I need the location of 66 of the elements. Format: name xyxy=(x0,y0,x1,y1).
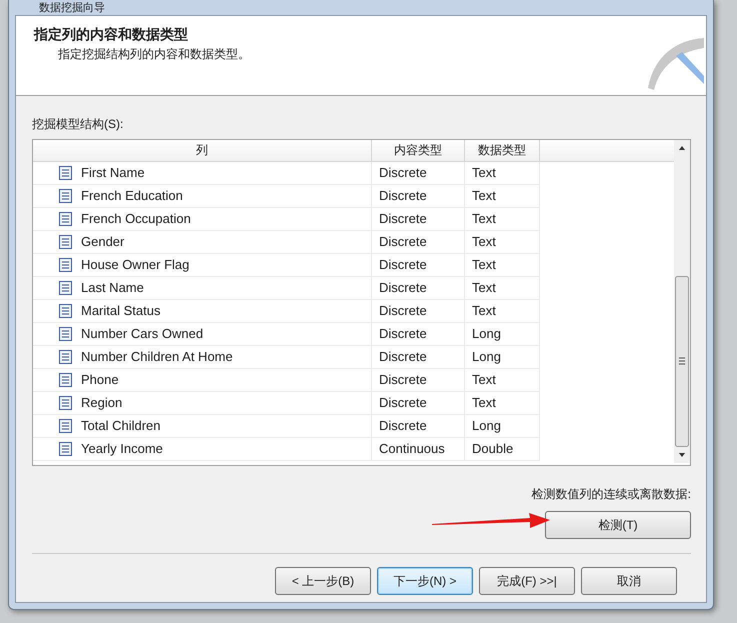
column-name: Number Cars Owned xyxy=(81,325,204,343)
column-icon xyxy=(59,212,72,226)
wizard-button[interactable]: 下一步(N) > xyxy=(377,567,473,595)
column-icon xyxy=(59,396,72,410)
vertical-scrollbar[interactable] xyxy=(674,140,690,463)
column-name: Last Name xyxy=(81,279,144,297)
data-type-cell[interactable]: Long xyxy=(472,346,501,368)
column-icon xyxy=(59,442,72,456)
data-type-cell[interactable]: Text xyxy=(472,162,496,184)
content-type-cell[interactable]: Discrete xyxy=(379,392,427,414)
column-name: Marital Status xyxy=(81,302,160,320)
column-icon xyxy=(59,166,72,180)
column-icon xyxy=(59,327,72,341)
page-title: 指定列的内容和数据类型 xyxy=(34,26,189,44)
column-name: Number Children At Home xyxy=(81,348,233,366)
page-subtitle: 指定挖掘结构列的内容和数据类型。 xyxy=(57,46,250,63)
detect-label: 检测数值列的连续或离散数据: xyxy=(532,486,691,503)
content-type-cell[interactable]: Discrete xyxy=(379,369,427,391)
content-type-cell[interactable]: Discrete xyxy=(379,277,427,299)
content-type-cell[interactable]: Discrete xyxy=(379,254,427,276)
content-type-cell[interactable]: Discrete xyxy=(379,231,427,253)
data-type-cell[interactable]: Text xyxy=(472,392,496,414)
window-title: 数据挖掘向导 xyxy=(38,2,105,15)
column-icon xyxy=(59,304,72,318)
data-type-cell[interactable]: Text xyxy=(472,277,496,299)
content-type-cell[interactable]: Discrete xyxy=(379,323,427,345)
column-header[interactable]: 数据类型 xyxy=(465,140,540,161)
data-type-cell[interactable]: Text xyxy=(472,208,496,230)
column-icon xyxy=(59,235,72,249)
data-type-cell[interactable]: Long xyxy=(472,323,501,345)
data-type-cell[interactable]: Text xyxy=(472,300,496,322)
content-type-cell[interactable]: Discrete xyxy=(379,415,427,437)
column-icon xyxy=(59,373,72,387)
column-header[interactable]: 列 xyxy=(33,140,372,161)
column-icon xyxy=(59,258,72,272)
wizard-button[interactable]: 取消 xyxy=(581,567,677,595)
content-type-cell[interactable]: Continuous xyxy=(379,438,445,460)
wizard-button[interactable]: < 上一步(B) xyxy=(275,567,371,595)
content-type-cell[interactable]: Discrete xyxy=(379,300,427,322)
data-type-cell[interactable]: Text xyxy=(472,185,496,207)
column-header[interactable]: 内容类型 xyxy=(372,140,465,161)
column-icon xyxy=(59,419,72,433)
data-type-cell[interactable]: Text xyxy=(472,369,496,391)
wizard-button[interactable]: 完成(F) >>| xyxy=(479,567,575,595)
column-name: Region xyxy=(81,394,122,412)
structure-label: 挖掘模型结构(S): xyxy=(32,116,124,133)
column-name: French Education xyxy=(81,187,183,205)
column-name: Yearly Income xyxy=(81,440,163,458)
data-type-cell[interactable]: Text xyxy=(472,231,496,253)
detect-button[interactable]: 检测(T) xyxy=(545,511,691,539)
column-icon xyxy=(59,350,72,364)
data-type-cell[interactable]: Double xyxy=(472,438,514,460)
column-icon xyxy=(59,281,72,295)
column-name: First Name xyxy=(81,164,145,182)
content-type-cell[interactable]: Discrete xyxy=(379,185,427,207)
content-type-cell[interactable]: Discrete xyxy=(379,208,427,230)
column-name: Gender xyxy=(81,233,124,251)
data-type-cell[interactable]: Long xyxy=(472,415,501,437)
column-name: French Occupation xyxy=(81,210,191,228)
content-type-cell[interactable]: Discrete xyxy=(379,346,427,368)
column-name: Total Children xyxy=(81,417,160,435)
data-type-cell[interactable]: Text xyxy=(472,254,496,276)
content-type-cell[interactable]: Discrete xyxy=(379,162,427,184)
column-icon xyxy=(59,189,72,203)
column-name: House Owner Flag xyxy=(81,256,190,274)
column-name: Phone xyxy=(81,371,119,389)
